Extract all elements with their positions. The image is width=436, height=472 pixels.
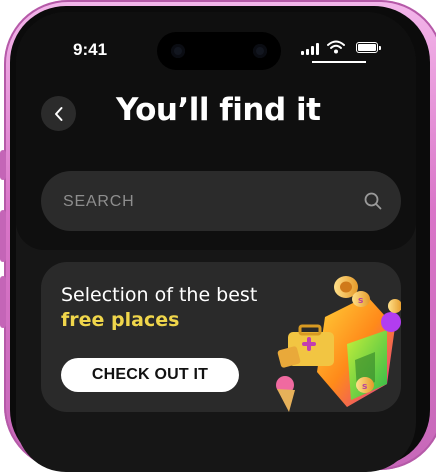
- phone-volume-up: [0, 210, 6, 262]
- promo-card[interactable]: Selection of the best free places CHECK …: [41, 262, 401, 412]
- promo-title: Selection of the best: [61, 284, 258, 306]
- app-screen: 9:41 You’ll find it SEARCH Selection of …: [16, 12, 416, 472]
- wifi-icon: [327, 40, 345, 54]
- sensor-icon: [253, 44, 267, 58]
- chevron-left-icon: [54, 106, 62, 121]
- phone-side-button: [0, 150, 6, 180]
- status-bar: 9:41: [16, 32, 416, 70]
- status-time: 9:41: [73, 40, 108, 59]
- promo-illustration: s s: [276, 276, 401, 412]
- svg-text:s: s: [358, 296, 363, 306]
- search-input[interactable]: [61, 171, 355, 233]
- search-icon[interactable]: [364, 192, 382, 210]
- svg-text:s: s: [362, 382, 367, 392]
- phone-volume-down: [0, 276, 6, 328]
- header-panel: 9:41 You’ll find it: [16, 12, 416, 250]
- page-title: You’ll find it: [116, 92, 321, 128]
- promo-accent: free places: [61, 309, 180, 331]
- search-bar[interactable]: [41, 171, 401, 233]
- back-button[interactable]: [41, 96, 76, 131]
- battery-icon: [356, 42, 381, 53]
- dynamic-island: [157, 32, 281, 70]
- check-out-button[interactable]: CHECK OUT IT: [61, 358, 239, 392]
- signal-icon: [301, 43, 319, 55]
- camera-icon: [171, 44, 185, 58]
- status-underline: [312, 61, 366, 63]
